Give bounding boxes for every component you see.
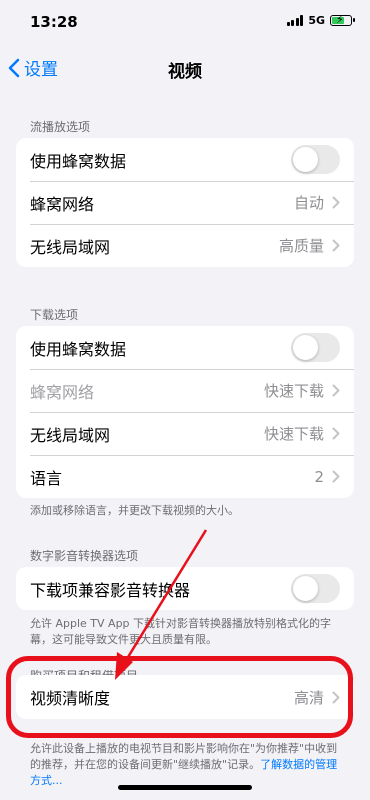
converter-compat-row[interactable]: 下载项兼容影音转换器: [16, 567, 354, 610]
streaming-cellular-network-row[interactable]: 蜂窝网络 自动: [16, 181, 354, 224]
row-label: 语言: [30, 468, 63, 488]
chevron-right-icon: [332, 239, 340, 252]
highlight-box: [6, 656, 353, 738]
chevron-right-icon: [332, 196, 340, 209]
row-value: 自动: [293, 194, 324, 212]
streaming-cellular-toggle[interactable]: [291, 145, 340, 174]
row-label: 使用蜂窝数据: [30, 151, 127, 171]
status-indicators: 5G ⚡: [286, 13, 355, 27]
row-value: 快速下载: [263, 425, 324, 443]
streaming-group: 使用蜂窝数据 蜂窝网络 自动 无线局域网 高质量: [16, 138, 354, 267]
network-type: 5G: [308, 14, 325, 27]
signal-icon: [286, 15, 304, 26]
battery-icon: ⚡: [330, 13, 355, 26]
section-header-streaming: 流播放选项: [30, 120, 91, 134]
downloads-language-row[interactable]: 语言 2: [16, 455, 354, 498]
downloads-wifi-row[interactable]: 无线局域网 快速下载: [16, 412, 354, 455]
chevron-right-icon: [332, 427, 340, 440]
downloads-cellular-network-row: 蜂窝网络 快速下载: [16, 369, 354, 412]
row-label: 下载项兼容影音转换器: [30, 580, 191, 600]
streaming-wifi-row[interactable]: 无线局域网 高质量: [16, 224, 354, 267]
converter-group: 下载项兼容影音转换器: [16, 567, 354, 610]
row-value: 高质量: [278, 237, 324, 255]
row-label: 蜂窝网络: [30, 194, 95, 214]
status-bar: 13:28 5G ⚡: [0, 0, 370, 44]
chevron-right-icon: [332, 470, 340, 483]
downloads-cellular-toggle[interactable]: [291, 333, 340, 362]
streaming-cellular-row[interactable]: 使用蜂窝数据: [16, 138, 354, 181]
downloads-footer: 添加或移除语言，并更改下载视频的大小。: [30, 504, 239, 517]
row-label: 无线局域网: [30, 237, 111, 257]
downloads-group: 使用蜂窝数据 蜂窝网络 快速下载 无线局域网 快速下载 语言 2: [16, 326, 354, 498]
row-label: 使用蜂窝数据: [30, 339, 127, 359]
row-value: 快速下载: [263, 382, 324, 400]
section-header-downloads: 下载选项: [30, 308, 79, 322]
row-label: 无线局域网: [30, 425, 111, 445]
status-time: 13:28: [30, 13, 78, 31]
converter-footer: 允许 Apple TV App 下载针对影音转换器播放特别格式化的字幕，这可能导…: [30, 617, 332, 646]
row-value: 2: [314, 467, 324, 486]
converter-compat-toggle[interactable]: [291, 574, 340, 603]
section-header-converter: 数字影音转换器选项: [30, 549, 139, 563]
row-label: 蜂窝网络: [30, 382, 95, 402]
nav-bar: 设置 视频: [0, 48, 370, 84]
chevron-right-icon: [332, 384, 340, 397]
home-indicator: [118, 785, 252, 790]
downloads-cellular-row[interactable]: 使用蜂窝数据: [16, 326, 354, 369]
page-title: 视频: [168, 62, 202, 82]
purchases-footer: 允许此设备上播放的电视节目和影片影响你在"为你推荐"中收到的推荐，并在您的设备间…: [30, 741, 340, 789]
